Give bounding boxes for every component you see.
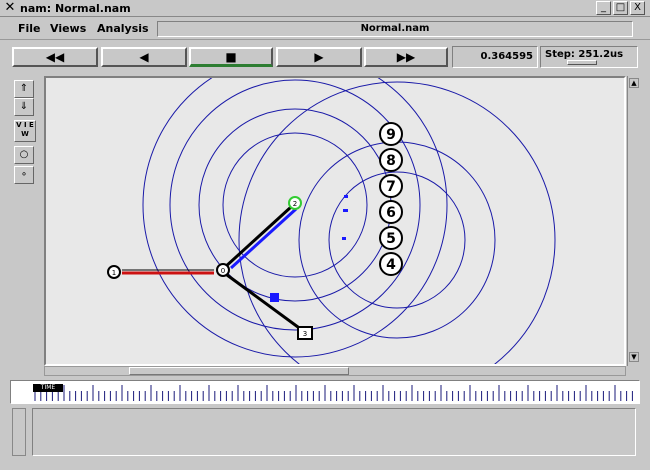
timeline-ruler[interactable]: TIME bbox=[10, 380, 640, 404]
node-2[interactable]: 2 bbox=[288, 196, 302, 210]
timeline-marker[interactable]: TIME bbox=[33, 384, 63, 392]
menu-file[interactable]: File bbox=[18, 22, 41, 35]
svg-text:9: 9 bbox=[386, 127, 396, 143]
svg-text:8: 8 bbox=[386, 153, 396, 169]
step-label: Step: 251.2us bbox=[545, 49, 624, 60]
node-5[interactable]: 5 bbox=[379, 226, 403, 250]
vertical-scrollbar[interactable]: ▲ ▼ bbox=[627, 76, 640, 366]
svg-text:6: 6 bbox=[386, 205, 396, 221]
scroll-down-icon[interactable]: ▼ bbox=[629, 352, 639, 362]
svg-text:3: 3 bbox=[303, 330, 307, 338]
maximize-button[interactable]: □ bbox=[613, 1, 628, 15]
menu-views[interactable]: Views bbox=[50, 22, 86, 35]
tool-bar: ⇑ ⇓ V I E W ○ ∘ bbox=[8, 76, 38, 364]
packet bbox=[343, 209, 348, 212]
node-9[interactable]: 9 bbox=[379, 122, 403, 146]
network-svg: 1 0 2 3 9 8 7 6 5 4 bbox=[107, 78, 556, 364]
horizontal-scrollbar[interactable] bbox=[44, 366, 626, 376]
fast-forward-button[interactable]: ▶▶ bbox=[364, 47, 448, 67]
wave-circles bbox=[142, 78, 556, 364]
trace-filename: Normal.nam bbox=[157, 21, 633, 37]
svg-text:0: 0 bbox=[221, 267, 225, 275]
timeline-ticks bbox=[34, 385, 633, 401]
node-0[interactable]: 0 bbox=[216, 263, 230, 277]
annotation-panel bbox=[32, 408, 636, 456]
link-0-2 bbox=[222, 205, 293, 270]
svg-text:2: 2 bbox=[293, 200, 297, 208]
stop-button[interactable]: ■ bbox=[189, 47, 273, 67]
packet bbox=[270, 293, 279, 302]
packet bbox=[344, 195, 348, 198]
step-slider[interactable] bbox=[567, 60, 597, 65]
circle-small-icon[interactable]: ∘ bbox=[14, 166, 34, 184]
view-label: V I E W bbox=[14, 120, 36, 142]
title-bar: ✕ nam: Normal.nam _ □ X bbox=[0, 0, 650, 17]
link-0-3 bbox=[226, 273, 303, 332]
step-back-button[interactable]: ◀ bbox=[101, 47, 187, 67]
svg-text:1: 1 bbox=[112, 269, 116, 277]
close-button[interactable]: X bbox=[630, 1, 645, 15]
play-button[interactable]: ▶ bbox=[276, 47, 362, 67]
node-3[interactable]: 3 bbox=[297, 326, 313, 340]
packet bbox=[342, 237, 346, 240]
horizontal-scroll-thumb[interactable] bbox=[129, 367, 349, 375]
menu-analysis[interactable]: Analysis bbox=[97, 22, 149, 35]
window-title: nam: Normal.nam bbox=[20, 2, 131, 15]
svg-text:4: 4 bbox=[386, 257, 396, 273]
circle-large-icon[interactable]: ○ bbox=[14, 146, 34, 164]
svg-text:7: 7 bbox=[386, 179, 396, 195]
zoom-out-icon[interactable]: ⇓ bbox=[14, 98, 34, 116]
minimize-button[interactable]: _ bbox=[596, 1, 611, 15]
node-6[interactable]: 6 bbox=[379, 200, 403, 224]
node-1[interactable]: 1 bbox=[107, 265, 121, 279]
zoom-in-icon[interactable]: ⇑ bbox=[14, 80, 34, 98]
node-4[interactable]: 4 bbox=[379, 252, 403, 276]
message-scrollbar[interactable] bbox=[12, 408, 26, 456]
svg-text:5: 5 bbox=[386, 231, 396, 247]
rewind-button[interactable]: ◀◀ bbox=[12, 47, 98, 67]
network-canvas[interactable]: 1 0 2 3 9 8 7 6 5 4 bbox=[44, 76, 626, 366]
node-7[interactable]: 7 bbox=[379, 174, 403, 198]
time-readout: 0.364595 bbox=[452, 46, 538, 68]
x-logo-icon: ✕ bbox=[4, 0, 16, 15]
scroll-up-icon[interactable]: ▲ bbox=[629, 78, 639, 88]
node-8[interactable]: 8 bbox=[379, 148, 403, 172]
